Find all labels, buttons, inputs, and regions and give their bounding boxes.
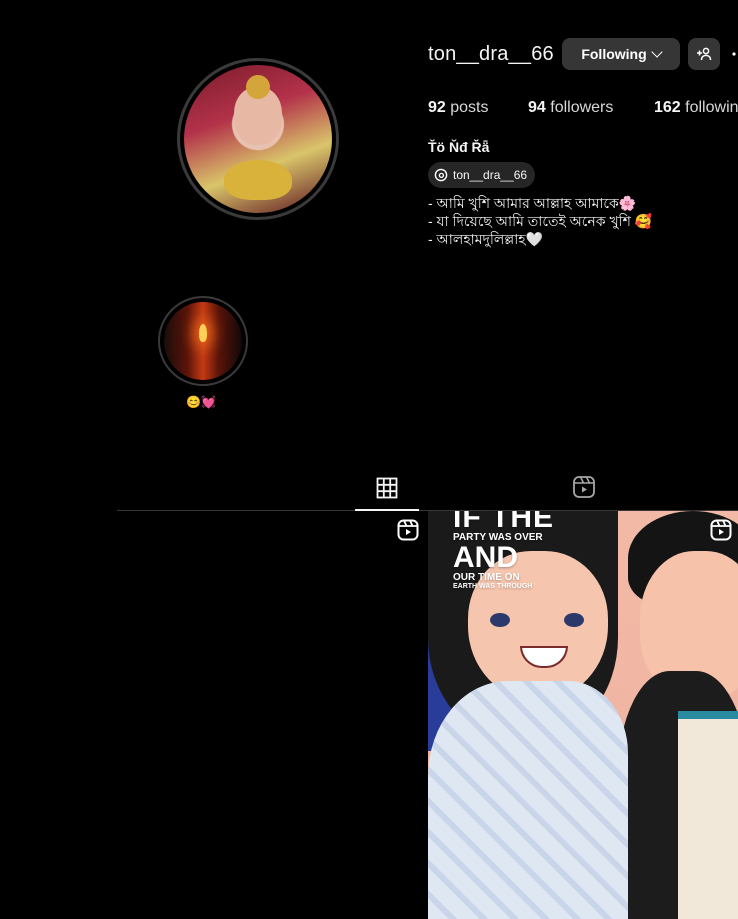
profile-bio: - আমি খুশি আমার আল্লাহ আমাকে🌸 - যা দিয়ে…	[428, 195, 653, 247]
reels-icon	[573, 476, 595, 498]
grid-post-2[interactable]: IF THE PARTY WAS OVER AND OUR TIME ON EA…	[428, 511, 738, 919]
suggest-users-button[interactable]	[688, 38, 720, 70]
profile-full-name: Ťö Ňđ Řǟ	[428, 139, 490, 155]
threads-icon	[434, 168, 448, 182]
add-user-icon	[697, 47, 712, 61]
posts-count: 92 posts	[428, 99, 489, 116]
threads-link[interactable]: ton__dra__66	[428, 162, 536, 188]
reel-badge-icon	[710, 519, 732, 541]
following-button-label: Following	[581, 46, 647, 62]
highlight-cover	[164, 302, 242, 380]
chevron-down-icon	[650, 46, 663, 58]
profile-username: ton__dra__66	[428, 43, 554, 65]
story-highlight[interactable]	[158, 296, 248, 386]
more-options-button[interactable]	[730, 46, 738, 62]
following-button[interactable]: Following	[562, 38, 680, 70]
tab-reels[interactable]	[572, 475, 596, 499]
highlight-label: 😊💓	[186, 395, 216, 409]
threads-handle: ton__dra__66	[453, 168, 528, 182]
post-overlay-text: IF THE PARTY WAS OVER AND OUR TIME ON EA…	[453, 511, 554, 590]
following-link[interactable]: 162 following	[654, 99, 738, 117]
profile-avatar[interactable]	[177, 58, 339, 220]
profile-photo	[184, 65, 332, 213]
grid-icon	[376, 477, 398, 499]
tab-posts[interactable]	[376, 477, 398, 499]
reel-badge-icon	[397, 519, 419, 541]
followers-link[interactable]: 94 followers	[528, 99, 613, 117]
more-dots-icon	[732, 52, 736, 56]
grid-post-1[interactable]	[117, 511, 419, 919]
